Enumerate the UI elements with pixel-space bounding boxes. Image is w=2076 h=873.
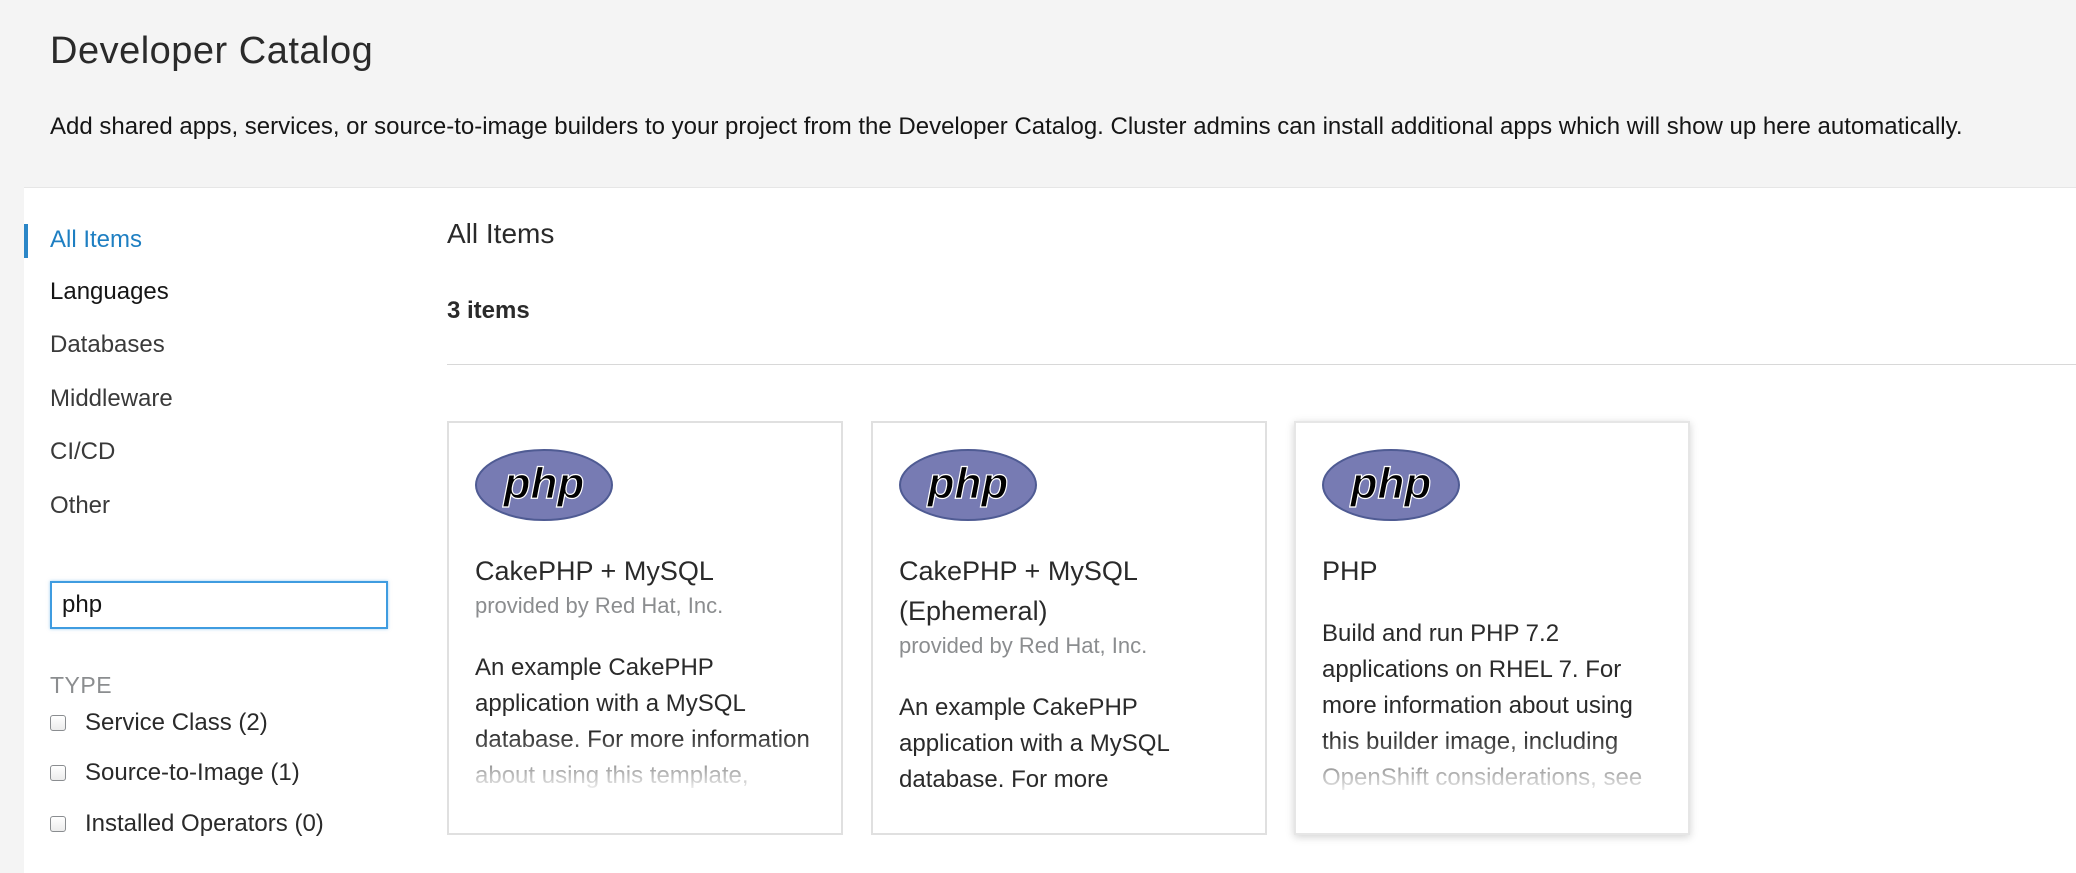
item-count: 3 items bbox=[447, 297, 530, 324]
page-title: Developer Catalog bbox=[50, 30, 374, 72]
filter-source-to-image-checkbox[interactable] bbox=[50, 765, 66, 781]
category-middleware[interactable]: Middleware bbox=[50, 385, 173, 413]
tile-description: An example CakePHP application with a My… bbox=[899, 690, 1239, 798]
filter-keyword-box bbox=[50, 581, 388, 629]
filter-source-to-image-count: (1) bbox=[270, 759, 300, 786]
filter-installed-operators-count: (0) bbox=[294, 810, 324, 837]
filter-source-to-image-label: Source-to-Image bbox=[85, 759, 264, 786]
tile-provider: provided by Red Hat, Inc. bbox=[899, 633, 1148, 658]
category-ci-cd[interactable]: CI/CD bbox=[50, 438, 115, 466]
catalog-tile-cakephp-mysql[interactable]: php CakePHP + MySQL provided by Red Hat,… bbox=[447, 421, 843, 835]
tile-description: Build and run PHP 7.2 applications on RH… bbox=[1322, 616, 1662, 796]
content-title: All Items bbox=[447, 218, 555, 249]
svg-text:php: php bbox=[503, 459, 585, 508]
category-languages[interactable]: Languages bbox=[50, 278, 169, 306]
page-description: Add shared apps, services, or source-to-… bbox=[50, 113, 1963, 140]
catalog-tile-cakephp-mysql-ephemeral[interactable]: php CakePHP + MySQL (Ephemeral) provided… bbox=[871, 421, 1267, 835]
description-fade bbox=[1322, 736, 1662, 796]
svg-text:php: php bbox=[1350, 459, 1432, 508]
active-category-indicator bbox=[24, 224, 28, 258]
tile-provider: provided by Red Hat, Inc. bbox=[475, 593, 724, 618]
divider bbox=[447, 364, 2076, 365]
filter-service-class-checkbox[interactable] bbox=[50, 715, 66, 731]
tile-title: CakePHP + MySQL bbox=[475, 556, 714, 586]
filter-keyword-input[interactable] bbox=[52, 583, 386, 627]
category-other[interactable]: Other bbox=[50, 492, 110, 520]
category-databases[interactable]: Databases bbox=[50, 331, 165, 359]
tile-description: An example CakePHP application with a My… bbox=[475, 650, 815, 794]
tile-title: CakePHP + MySQL (Ephemeral) bbox=[899, 556, 1137, 626]
description-fade bbox=[475, 734, 815, 794]
type-filter-heading: TYPE bbox=[50, 672, 113, 698]
php-logo-icon: php bbox=[1322, 449, 1460, 521]
filter-source-to-image[interactable]: Source-to-Image (1) bbox=[50, 759, 300, 787]
filter-installed-operators[interactable]: Installed Operators (0) bbox=[50, 810, 324, 838]
php-logo-icon: php bbox=[475, 449, 613, 521]
php-logo-icon: php bbox=[899, 449, 1037, 521]
category-all-items[interactable]: All Items bbox=[50, 226, 142, 254]
filter-service-class-label: Service Class bbox=[85, 709, 232, 736]
filter-service-class[interactable]: Service Class (2) bbox=[50, 709, 268, 737]
tile-title: PHP bbox=[1322, 556, 1378, 586]
filter-installed-operators-checkbox[interactable] bbox=[50, 816, 66, 832]
catalog-panel: All Items Languages Databases Middleware… bbox=[24, 187, 2076, 873]
filter-installed-operators-label: Installed Operators bbox=[85, 810, 288, 837]
catalog-tile-php[interactable]: php PHP Build and run PHP 7.2 applicatio… bbox=[1294, 421, 1690, 835]
svg-text:php: php bbox=[927, 459, 1009, 508]
tile-description-text: An example CakePHP application with a My… bbox=[899, 694, 1169, 793]
filter-service-class-count: (2) bbox=[238, 709, 268, 736]
